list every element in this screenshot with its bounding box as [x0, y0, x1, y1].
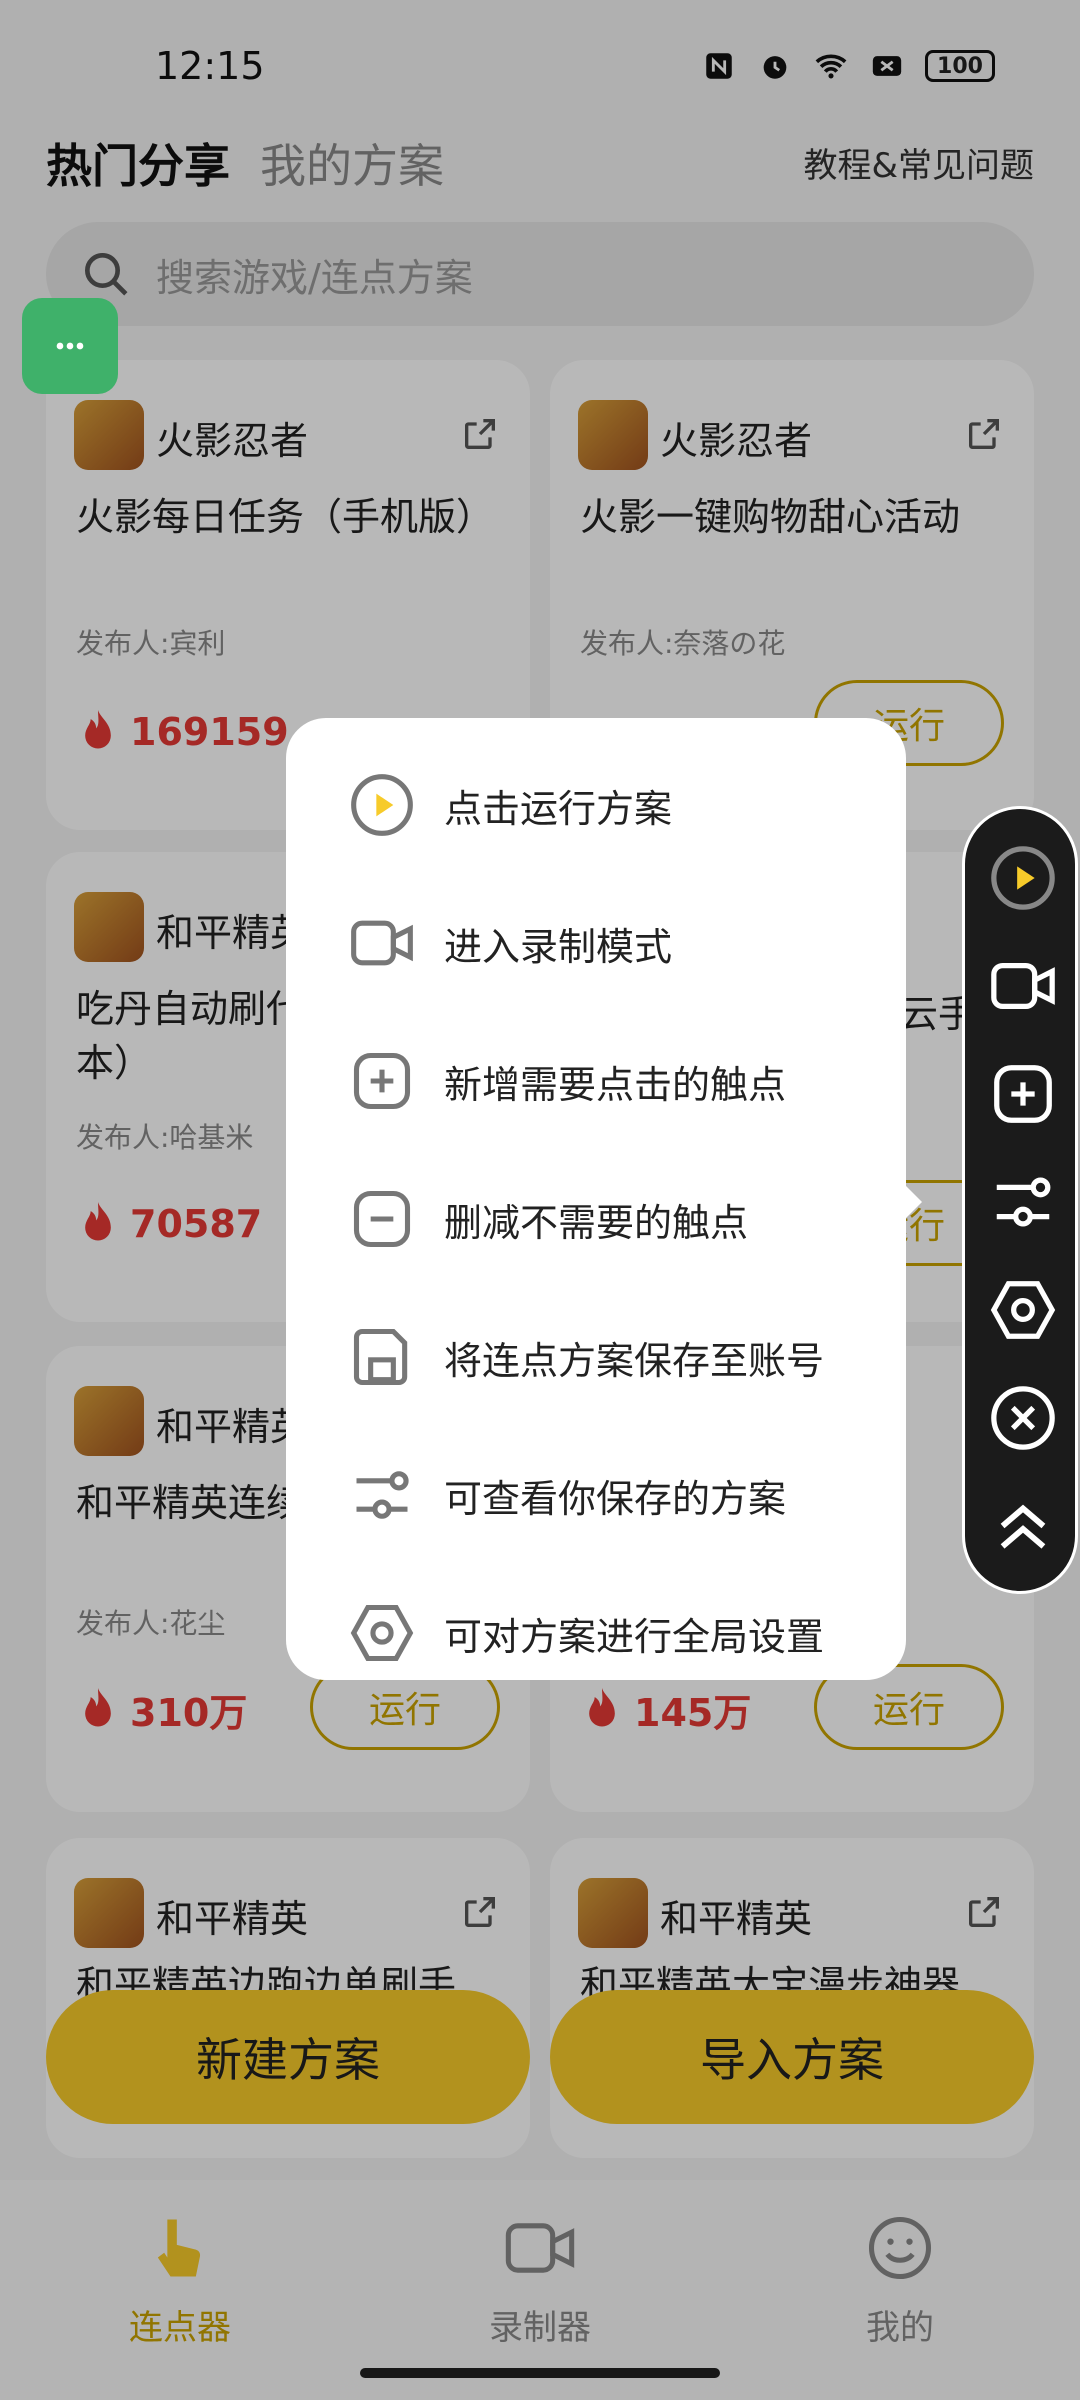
floating-toolbar [962, 806, 1078, 1594]
menu-pointer [900, 1180, 922, 1224]
menu-label: 点击运行方案 [444, 786, 673, 831]
sliders-icon[interactable] [988, 1167, 1058, 1237]
menu-label: 删减不需要的触点 [444, 1200, 749, 1245]
menu-item-remove-point[interactable]: 删减不需要的触点 [286, 1150, 906, 1288]
menu-label: 将连点方案保存至账号 [444, 1338, 825, 1383]
menu-item-saved-plans[interactable]: 可查看你保存的方案 [286, 1426, 906, 1564]
plus-icon [353, 1052, 411, 1110]
plus-icon[interactable] [988, 1059, 1058, 1129]
close-icon[interactable] [988, 1383, 1058, 1453]
floating-menu-bubble[interactable] [22, 298, 118, 394]
play-icon [351, 774, 413, 836]
menu-item-record[interactable]: 进入录制模式 [286, 874, 906, 1012]
play-icon[interactable] [988, 843, 1058, 913]
settings-icon[interactable] [988, 1275, 1058, 1345]
menu-label: 新增需要点击的触点 [444, 1062, 787, 1107]
tooltip-menu: 点击运行方案 进入录制模式 新增需要点击的触点 删减不需要的触点 将连点方案保存… [286, 718, 906, 1680]
menu-label: 进入录制模式 [444, 924, 673, 969]
more-dots-icon [56, 342, 84, 350]
menu-item-global-settings[interactable]: 可对方案进行全局设置 [286, 1564, 906, 1702]
minus-icon [353, 1190, 411, 1248]
menu-item-run[interactable]: 点击运行方案 [286, 736, 906, 874]
record-icon [351, 920, 413, 966]
menu-label: 可查看你保存的方案 [444, 1476, 787, 1521]
settings-icon [350, 1604, 414, 1662]
sliders-icon [356, 1471, 409, 1519]
menu-item-save[interactable]: 将连点方案保存至账号 [286, 1288, 906, 1426]
record-icon[interactable] [988, 951, 1058, 1021]
collapse-up-icon[interactable] [988, 1491, 1058, 1561]
save-icon [353, 1328, 408, 1386]
menu-item-add-point[interactable]: 新增需要点击的触点 [286, 1012, 906, 1150]
menu-label: 可对方案进行全局设置 [444, 1614, 825, 1659]
